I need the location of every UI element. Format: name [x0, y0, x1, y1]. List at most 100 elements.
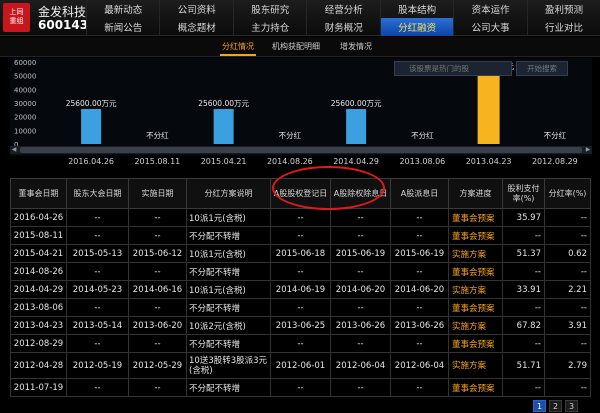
scroll-left-arrow-icon[interactable]: ◀	[10, 146, 18, 154]
table-cell: --	[544, 298, 591, 317]
scroll-thumb[interactable]	[20, 147, 582, 153]
column-header[interactable]: A股股权登记日	[270, 178, 331, 209]
pagination: 123	[533, 400, 578, 413]
column-header[interactable]: 方案进度	[448, 178, 503, 209]
x-tick-label: 2015.08.11	[134, 157, 181, 166]
nav-r1-1[interactable]: 公司资料	[159, 0, 234, 18]
nav-r1-5[interactable]: 资本运作	[453, 0, 528, 18]
dividend-table-wrap: 董事会日期 股东大会日期 实施日期 分红方案说明 A股股权登记日 A股除权除息日 A股派息日…	[10, 178, 591, 397]
table-cell: 0.62	[544, 244, 591, 263]
nav-r2-1[interactable]: 概念题材	[159, 18, 234, 36]
table-cell: --	[390, 208, 449, 227]
column-header[interactable]: 股利支付率(%)	[502, 178, 545, 209]
stock-code: 600143	[38, 18, 89, 32]
table-cell: --	[544, 334, 591, 353]
subtab-additional-issue[interactable]: 增发情况	[340, 41, 372, 52]
dividend-chart: 60000 50000 40000 30000 20000 10000 0 25600.00万…	[10, 58, 592, 156]
table-cell: 2015-05-13	[66, 244, 129, 263]
chart-bar[interactable]	[81, 109, 102, 144]
x-tick-label: 2016.04.26	[68, 157, 115, 166]
table-cell: 2015-04-21	[10, 244, 67, 263]
column-header[interactable]: A股派息日	[390, 178, 449, 209]
subtab-institution-allocation[interactable]: 机构获配明细	[272, 41, 320, 52]
x-tick-label: 2013.04.23	[465, 157, 512, 166]
table-cell: 2015-06-19	[330, 244, 391, 263]
nav-r1-2[interactable]: 股东研究	[232, 0, 307, 18]
table-cell: 2012-06-01	[270, 352, 331, 379]
bar-value-label: 不分红	[411, 130, 434, 140]
scroll-right-arrow-icon[interactable]: ▶	[584, 146, 592, 154]
chart-bar[interactable]	[213, 109, 234, 144]
column-header[interactable]: 实施日期	[128, 178, 187, 209]
table-row: 2011-07-19 -- -- 不分配不转增 -- -- -- 董事会预案 -- --	[10, 378, 591, 397]
nav-r1-4[interactable]: 股本结构	[379, 0, 454, 18]
table-cell: --	[390, 378, 449, 397]
nav-r2-4[interactable]: 分红融资	[379, 18, 454, 36]
bar-value-label: 25600.00万元	[331, 99, 382, 108]
nav-r1-3[interactable]: 经营分析	[306, 0, 381, 18]
page-button[interactable]: 2	[549, 400, 562, 412]
nav-r1-6[interactable]: 盈利预测	[526, 0, 600, 18]
nav-r2-0[interactable]: 新闻公告	[85, 18, 160, 36]
table-cell: 2011-07-19	[10, 378, 67, 397]
table-cell: --	[66, 298, 129, 317]
search-button[interactable]: 开始搜索	[516, 61, 568, 76]
table-cell: --	[128, 298, 187, 317]
table-cell: --	[390, 226, 449, 245]
nav-r2-6[interactable]: 行业对比	[526, 18, 600, 36]
column-header[interactable]: 分红方案说明	[186, 178, 271, 209]
subtab-dividend[interactable]: 分红情况	[220, 41, 256, 56]
column-header[interactable]: 股东大会日期	[66, 178, 129, 209]
nav-r2-3[interactable]: 财务概况	[306, 18, 381, 36]
table-cell: 2014-06-16	[128, 280, 187, 299]
bar-value-label: 25600.00万元	[198, 99, 249, 108]
table-row: 2015-08-11 -- -- 不分配不转增 -- -- -- 董事会预案 -- --	[10, 226, 591, 245]
chart-bar[interactable]	[346, 109, 367, 144]
table-row: 2014-04-29 2014-05-23 2014-06-16 10派1元(含税) 2…	[10, 280, 591, 299]
nav-r2-2[interactable]: 主力持仓	[232, 18, 307, 36]
table-cell: --	[66, 208, 129, 227]
x-tick-label: 2015.04.21	[200, 157, 247, 166]
x-tick-label: 2014.04.29	[333, 157, 380, 166]
column-header[interactable]: 董事会日期	[10, 178, 67, 209]
x-tick-label: 2014.08.26	[266, 157, 313, 166]
table-cell: --	[128, 262, 187, 281]
column-header[interactable]: A股除权除息日	[330, 178, 391, 209]
table-cell: 不分配不转增	[186, 334, 271, 353]
table-cell: --	[270, 298, 331, 317]
table-cell: 2013-08-06	[10, 298, 67, 317]
bar-value-label: 不分红	[279, 130, 302, 140]
column-header[interactable]: 分红率(%)	[544, 178, 591, 209]
nav-r1-0[interactable]: 最新动态	[85, 0, 160, 18]
chart-bar[interactable]	[477, 72, 500, 144]
table-cell: 2.79	[544, 352, 591, 379]
table-cell: 2013-04-23	[10, 316, 67, 335]
table-cell: --	[128, 226, 187, 245]
x-tick-label: 2013.08.06	[399, 157, 446, 166]
table-cell: --	[544, 226, 591, 245]
logo-text-2: 重组	[9, 17, 24, 25]
table-cell: 2012-08-29	[10, 334, 67, 353]
table-cell: 2014-06-19	[270, 280, 331, 299]
chart-scrollbar[interactable]: ◀ ▶	[10, 146, 592, 154]
table-cell: 2014-06-20	[330, 280, 391, 299]
table-cell: 10派1元(含税)	[186, 280, 271, 299]
table-cell: 董事会预案	[448, 226, 503, 245]
table-cell: 不分配不转增	[186, 298, 271, 317]
table-cell: --	[390, 298, 449, 317]
table-cell: 2014-08-26	[10, 262, 67, 281]
table-row: 2016-04-26 -- -- 10派1元(含税) -- -- -- 董事会预案 35.97-…	[10, 208, 591, 227]
table-cell: 2013-06-25	[270, 316, 331, 335]
table-cell: 2.21	[544, 280, 591, 299]
table-cell: 3.91	[544, 316, 591, 335]
table-cell: 董事会预案	[448, 208, 503, 227]
page-button[interactable]: 1	[533, 400, 546, 412]
table-row: 2012-08-29 -- -- 不分配不转增 -- -- -- 董事会预案 -- --	[10, 334, 591, 353]
page-button[interactable]: 3	[565, 400, 578, 412]
stock-search-input[interactable]	[394, 61, 512, 76]
table-cell: 2013-06-26	[390, 316, 449, 335]
table-cell: --	[544, 378, 591, 397]
table-cell: 不分配不转增	[186, 262, 271, 281]
table-cell: --	[66, 262, 129, 281]
nav-r2-5[interactable]: 公司大事	[453, 18, 528, 36]
